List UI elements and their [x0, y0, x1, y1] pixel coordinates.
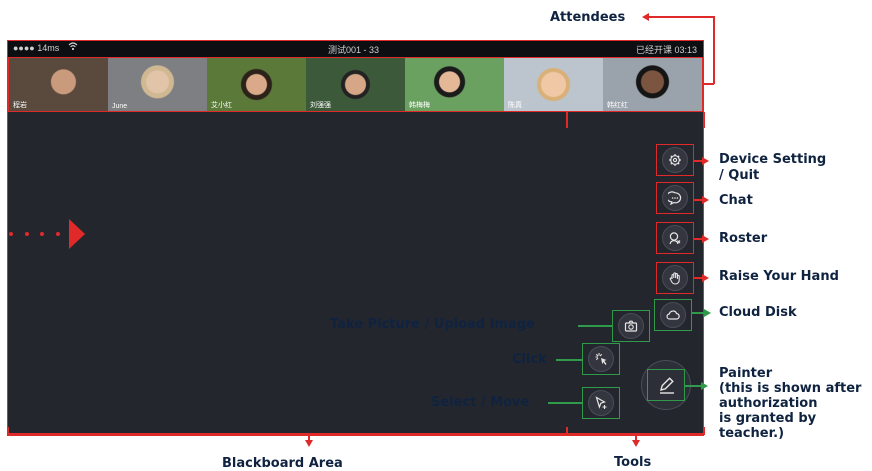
- select-cursor-icon: [595, 396, 607, 409]
- attendees-label: Attendees: [550, 10, 626, 25]
- attendee-tile[interactable]: 艾小红: [207, 58, 306, 111]
- attendee-strip: 程岩 June 艾小红 刘强强 韩梅梅 陈真 韩红红: [8, 57, 703, 112]
- attendee-name: 韩红红: [607, 102, 628, 109]
- attendee-tile[interactable]: 陈真: [504, 58, 603, 111]
- raise-hand-label: Raise Your Hand: [719, 269, 839, 284]
- settings-button[interactable]: [662, 147, 688, 173]
- roster-label: Roster: [719, 231, 768, 246]
- attendee-name: 程岩: [13, 102, 27, 109]
- pen-icon: [657, 375, 677, 395]
- class-status: 已经开课 03:13: [635, 45, 697, 55]
- attendee-name: 陈真: [508, 102, 522, 109]
- status-bar: ●●●● 14ms 测试001 - 33 已经开课 03:13: [8, 41, 703, 57]
- chat-label: Chat: [719, 193, 753, 208]
- attendee-tile[interactable]: 韩红红: [603, 58, 702, 111]
- chat-bubble-icon: [668, 191, 682, 205]
- attendee-tile[interactable]: June: [108, 58, 207, 111]
- room-title: 测试001 - 33: [328, 45, 380, 55]
- painter-label: Painter (this is shown after authorizati…: [719, 366, 862, 441]
- select-tool-button[interactable]: [588, 390, 614, 416]
- cloud-icon: [666, 310, 680, 320]
- camera-icon: [624, 320, 638, 332]
- blackboard-pointer-arrow: [69, 219, 85, 249]
- camera-button[interactable]: [618, 313, 644, 339]
- cloud-disk-label: Cloud Disk: [719, 305, 797, 320]
- select-move-label: Select / Move: [431, 395, 530, 410]
- roster-icon: [669, 232, 681, 245]
- click-label: Click: [512, 352, 547, 367]
- click-tool-button[interactable]: [588, 346, 614, 372]
- attendee-tile[interactable]: 程岩: [9, 58, 108, 111]
- blackboard-area-label: Blackboard Area: [222, 456, 343, 471]
- device-setting-label: Device Setting / Quit: [719, 152, 827, 183]
- tools-label: Tools: [614, 455, 652, 470]
- gear-icon: [669, 154, 681, 166]
- take-picture-label: Take Picture / Upload Image: [330, 317, 535, 332]
- attendee-name: 艾小红: [211, 102, 232, 109]
- attendee-tile[interactable]: 刘强强: [306, 58, 405, 111]
- attendee-name: 韩梅梅: [409, 102, 430, 109]
- wifi-icon: [68, 42, 78, 53]
- network-signal: ●●●● 14ms: [13, 43, 60, 53]
- attendee-tile[interactable]: 韩梅梅: [405, 58, 504, 111]
- attendee-name: June: [112, 103, 128, 110]
- roster-button[interactable]: [662, 225, 688, 251]
- raise-hand-button[interactable]: [662, 265, 688, 291]
- click-cursor-icon: [595, 353, 607, 365]
- chat-button[interactable]: [662, 185, 688, 211]
- attendee-name: 刘强强: [310, 102, 331, 109]
- cloud-disk-button[interactable]: [660, 302, 686, 328]
- hand-icon: [669, 272, 680, 285]
